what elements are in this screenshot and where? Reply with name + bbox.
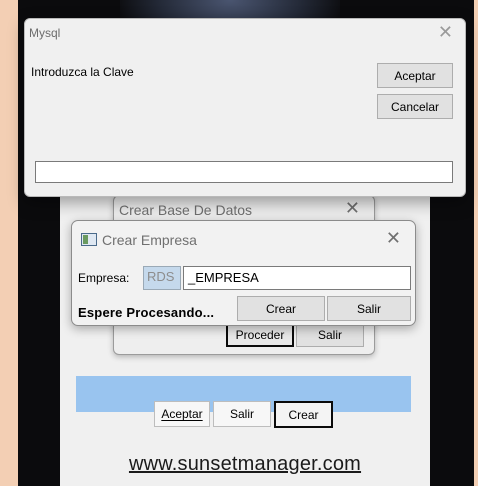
proceed-label: Proceder: [235, 328, 285, 342]
main-create-button[interactable]: Crear: [274, 401, 333, 428]
empresa-exit-label: Salir: [356, 301, 381, 316]
cancel-label: Cancelar: [390, 99, 440, 114]
close-icon[interactable]: ✕: [345, 198, 360, 219]
main-exit-label: Salir: [229, 407, 254, 421]
accept-button[interactable]: Aceptar: [377, 63, 453, 88]
db-window-title: Crear Base De Datos: [119, 202, 253, 218]
empresa-create-button[interactable]: Crear: [237, 296, 325, 321]
main-exit-button[interactable]: Salir: [213, 401, 271, 427]
website-link[interactable]: www.sunsetmanager.com: [60, 453, 430, 476]
create-company-window: Crear Empresa ✕ Empresa: RDS _EMPRESA Es…: [71, 220, 416, 326]
empresa-exit-button[interactable]: Salir: [327, 296, 411, 321]
main-accept-button[interactable]: Aceptar: [154, 401, 210, 427]
mysql-password-dialog: Mysql ✕ Introduzca la Clave Aceptar Canc…: [24, 18, 466, 197]
window-app-icon: [81, 233, 97, 246]
processing-status: Espere Procesando...: [78, 305, 215, 320]
mysql-dialog-title: Mysql: [29, 26, 61, 40]
empresa-window-title: Crear Empresa: [102, 232, 197, 248]
empresa-prefix-field: RDS: [143, 266, 181, 290]
accept-label: Aceptar: [394, 68, 436, 83]
password-prompt: Introduzca la Clave: [31, 65, 134, 79]
empresa-create-label: Crear: [265, 301, 296, 316]
main-accept-label: Aceptar: [161, 407, 203, 421]
password-input[interactable]: [35, 161, 453, 183]
db-exit-label: Salir: [317, 328, 342, 342]
proceed-button[interactable]: Proceder: [226, 323, 294, 347]
close-icon[interactable]: ✕: [438, 22, 453, 43]
cancel-button[interactable]: Cancelar: [377, 94, 453, 119]
empresa-label: Empresa:: [78, 271, 130, 285]
close-icon[interactable]: ✕: [386, 228, 401, 249]
empresa-name-input[interactable]: _EMPRESA: [183, 266, 411, 290]
db-exit-button[interactable]: Salir: [296, 323, 364, 347]
main-create-label: Crear: [288, 407, 319, 422]
